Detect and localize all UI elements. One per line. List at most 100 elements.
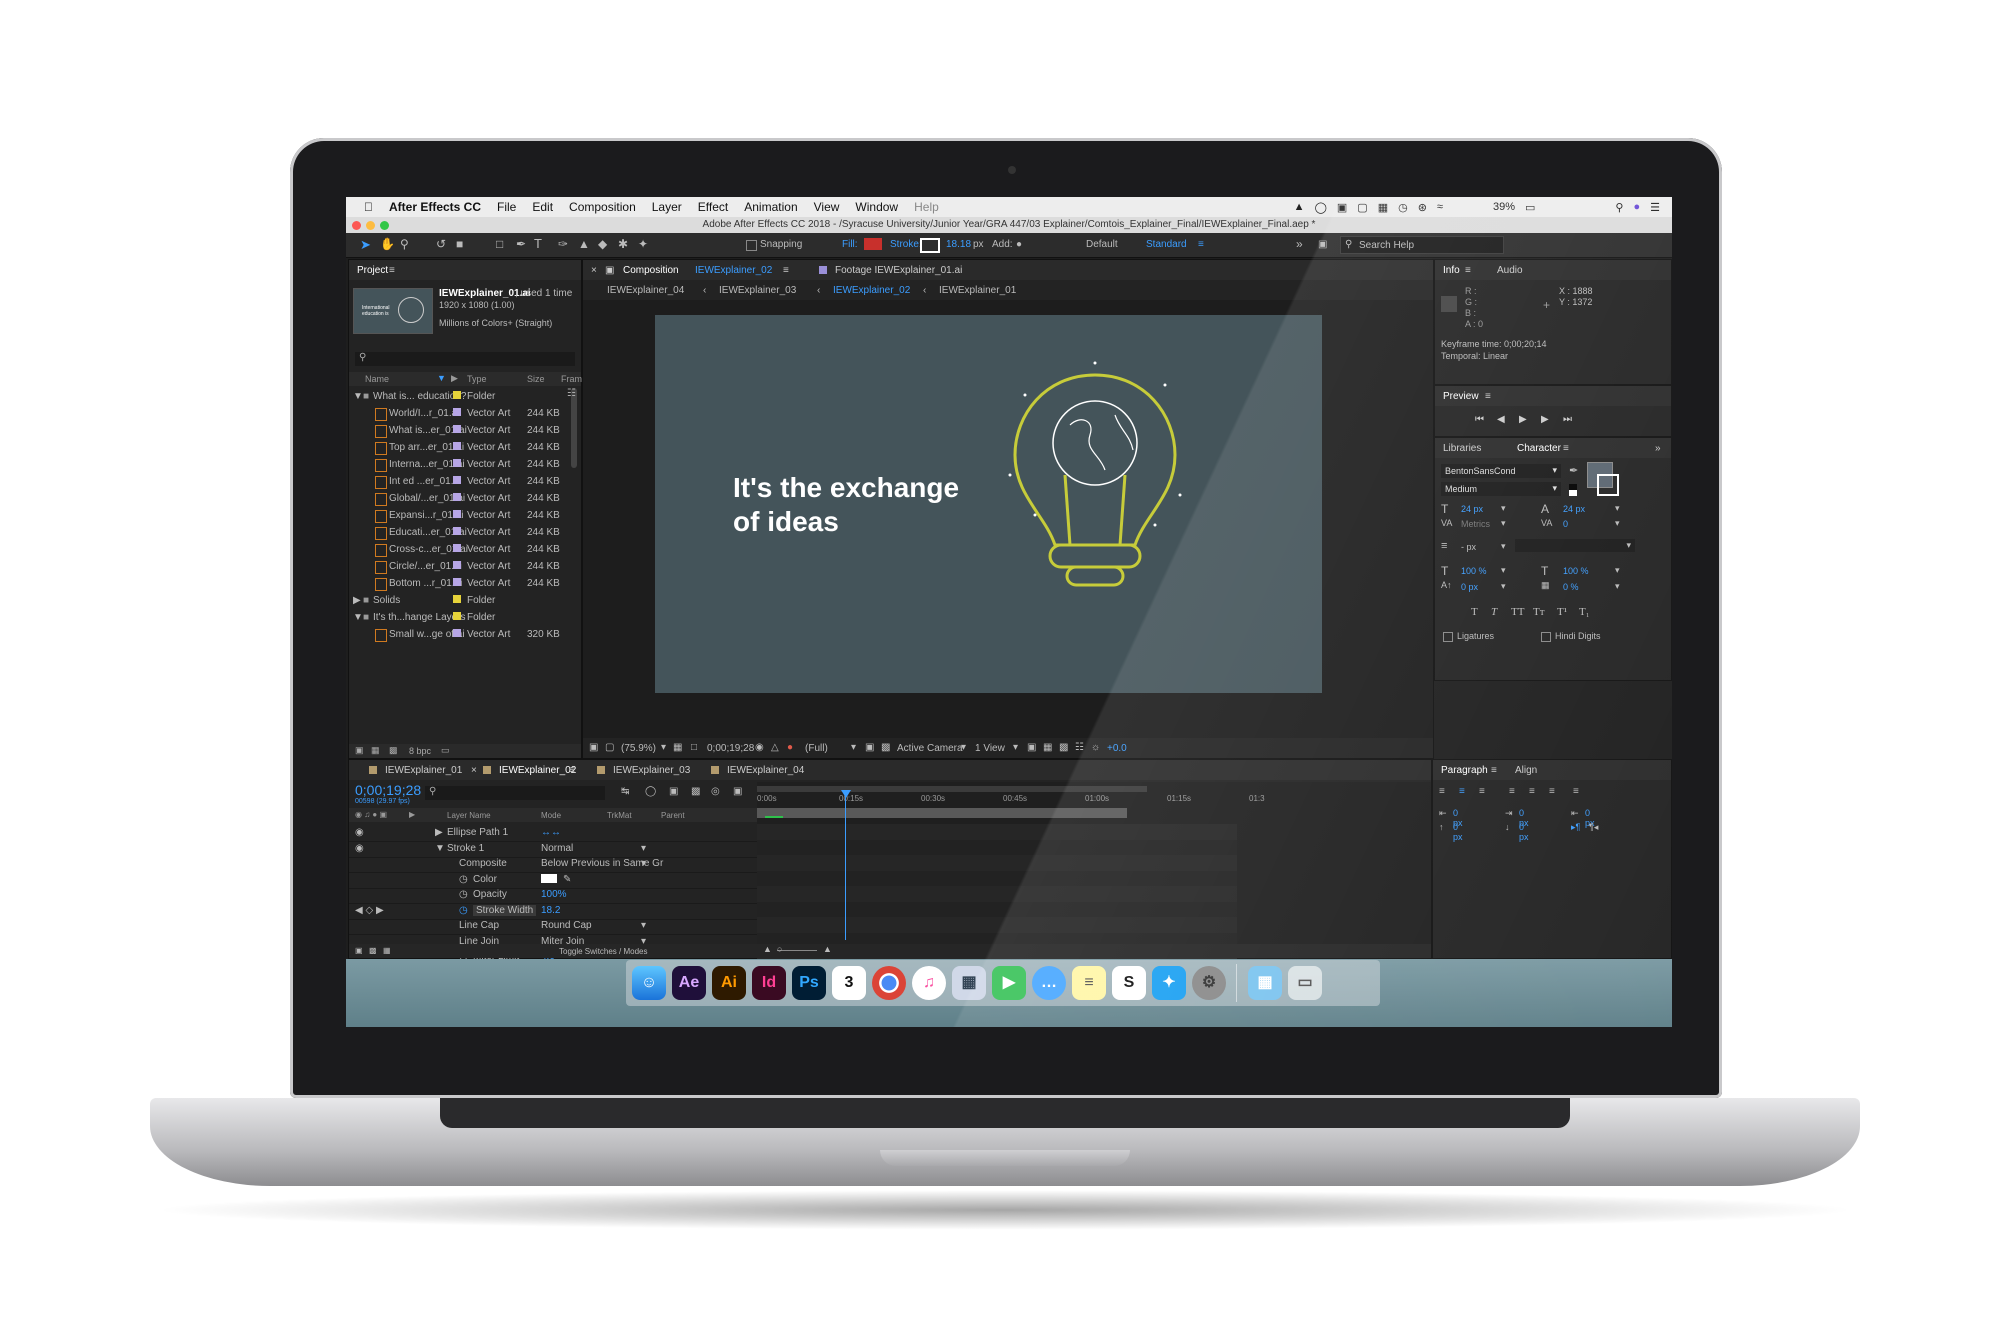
paragraph-menu-icon[interactable]: ≡: [1491, 765, 1497, 776]
view-layout[interactable]: 1 View: [975, 743, 1005, 754]
faux-bold-icon[interactable]: T: [1471, 606, 1478, 618]
timeline-tab-02[interactable]: IEWExplainer_02: [499, 765, 576, 776]
menu-help[interactable]: Help: [914, 200, 939, 214]
ligatures-checkbox[interactable]: [1443, 632, 1453, 642]
fill-swatch[interactable]: [864, 238, 882, 250]
project-list-item[interactable]: ▶ ■ Solids Folder: [349, 592, 559, 609]
messages-icon[interactable]: …: [1032, 966, 1066, 1000]
roto-tool-icon[interactable]: ✱: [618, 237, 628, 251]
motion-blur-icon[interactable]: ◎: [711, 786, 720, 797]
label-swatch[interactable]: [453, 476, 461, 484]
col-parent[interactable]: Parent: [661, 811, 685, 820]
label-swatch[interactable]: [453, 527, 461, 535]
search-help-box[interactable]: ⚲ Search Help: [1340, 236, 1504, 254]
hscale-dropdown-icon[interactable]: ▾: [1615, 565, 1620, 576]
project-list-item[interactable]: What is...er_01.ai Vector Art 244 KB: [349, 422, 560, 439]
workspace-default[interactable]: Default: [1086, 239, 1118, 250]
sync-icon[interactable]: ▣: [1318, 239, 1327, 250]
itunes-icon[interactable]: ♫: [912, 966, 946, 1000]
info-tab[interactable]: Info: [1443, 265, 1460, 276]
label-swatch[interactable]: [453, 459, 461, 467]
label-swatch[interactable]: [453, 612, 461, 620]
stopwatch-icon[interactable]: ◷: [459, 874, 468, 885]
system-preferences-icon[interactable]: ⚙: [1192, 966, 1226, 1000]
indesign-icon[interactable]: Id: [752, 966, 786, 1000]
shy-icon[interactable]: ▣: [669, 786, 678, 797]
disclosure-icon[interactable]: ▼: [353, 391, 363, 402]
preview-menu-icon[interactable]: ≡: [1485, 391, 1491, 402]
info-menu-icon[interactable]: ≡: [1465, 265, 1471, 276]
tsume-dropdown-icon[interactable]: ▾: [1615, 581, 1620, 592]
layer-property-value[interactable]: Round Cap: [541, 920, 592, 931]
project-list-item[interactable]: ▼ ■ What is... education? Folder: [349, 388, 559, 405]
menu-app[interactable]: After Effects CC: [389, 200, 481, 214]
stroke-style-select[interactable]: ▾: [1515, 539, 1635, 552]
hindi-checkbox[interactable]: [1541, 632, 1551, 642]
dropbox-icon[interactable]: ▲: [1294, 201, 1305, 213]
project-list-item[interactable]: Int ed ...er_01.ai Vector Art 244 KB: [349, 473, 560, 490]
space-before-value[interactable]: 0 px: [1453, 822, 1463, 842]
snapping-checkbox[interactable]: [746, 240, 757, 251]
project-menu-icon[interactable]: ≡: [389, 265, 395, 276]
prev-frame-icon[interactable]: ◀: [1497, 414, 1505, 425]
timeline-graph-area[interactable]: 0:00s 00:15s 00:30s 00:45s 01:00s 01:15s 01:3 …: [757, 782, 1431, 982]
time-machine-icon[interactable]: ◷: [1398, 201, 1408, 214]
stopwatch-icon[interactable]: ◷: [459, 889, 468, 900]
comp-mini-flowchart-icon[interactable]: ↹: [621, 786, 629, 797]
pen-tool-icon[interactable]: ✒: [516, 237, 526, 251]
menu-edit[interactable]: Edit: [532, 200, 553, 214]
menu-animation[interactable]: Animation: [744, 200, 797, 214]
rectangle-tool-icon[interactable]: □: [496, 237, 503, 251]
battery-text[interactable]: 39%: [1493, 201, 1515, 213]
stroke-color-swatch[interactable]: [541, 873, 557, 883]
disclosure-icon[interactable]: ▼: [353, 612, 363, 623]
notification-icon[interactable]: ☰: [1650, 201, 1660, 214]
baseline-value[interactable]: 0 px: [1461, 582, 1478, 592]
tracking-value[interactable]: 0: [1563, 519, 1568, 529]
kerning-value[interactable]: Metrics: [1461, 519, 1490, 529]
timeline-timecode[interactable]: 0;00;19;28: [355, 782, 421, 798]
last-frame-icon[interactable]: ⏭: [1563, 414, 1572, 425]
comp-lock-icon[interactable]: ▣: [605, 265, 614, 276]
property-dropdown-icon[interactable]: ▾: [641, 858, 646, 869]
paragraph-tab[interactable]: Paragraph: [1441, 765, 1488, 776]
faux-italic-icon[interactable]: T: [1491, 606, 1497, 618]
workspace-standard[interactable]: Standard: [1146, 239, 1187, 250]
eyedropper-icon[interactable]: ✒: [1569, 464, 1578, 477]
expand-timing-icon[interactable]: ▦: [383, 946, 391, 955]
project-list-item[interactable]: World/I...r_01.ai Vector Art 244 KB: [349, 405, 560, 422]
vscale-dropdown-icon[interactable]: ▾: [1501, 565, 1506, 576]
creative-cloud-icon[interactable]: ◯: [1315, 201, 1327, 214]
label-swatch[interactable]: [453, 561, 461, 569]
timeline-icon[interactable]: ▩: [1059, 742, 1068, 753]
add-icon[interactable]: ●: [1016, 239, 1022, 250]
breadcrumb-02[interactable]: IEWExplainer_02: [833, 285, 910, 296]
battery-icon[interactable]: ▭: [1525, 201, 1535, 214]
project-list-item[interactable]: Top arr...er_01.ai Vector Art 244 KB: [349, 439, 560, 456]
project-list-item[interactable]: Global/...er_01.ai Vector Art 244 KB: [349, 490, 560, 507]
hand-tool-icon[interactable]: ✋: [380, 237, 395, 251]
breadcrumb-01[interactable]: IEWExplainer_01: [939, 285, 1016, 296]
justify-right-icon[interactable]: ≡: [1549, 786, 1555, 797]
timeline-tab-01[interactable]: IEWExplainer_01: [385, 765, 462, 776]
color-eyedropper-icon[interactable]: ✎: [563, 874, 571, 885]
kerning-dropdown-icon[interactable]: ▾: [1501, 518, 1506, 529]
label-swatch[interactable]: [453, 544, 461, 552]
char-stroke-dropdown-icon[interactable]: ▾: [1501, 541, 1506, 552]
minimize-icon[interactable]: [366, 221, 375, 230]
zoom-in-icon[interactable]: ▲: [823, 944, 832, 954]
col-name[interactable]: Name: [365, 374, 389, 384]
all-caps-icon[interactable]: TT: [1511, 606, 1524, 618]
first-frame-icon[interactable]: ⏮: [1475, 414, 1484, 425]
expand-switches-icon[interactable]: ▣: [355, 946, 363, 955]
camera-tool-icon[interactable]: ■: [456, 237, 463, 251]
disclosure-icon[interactable]: ▼: [435, 843, 445, 854]
col-layer-name[interactable]: Layer Name: [447, 811, 491, 820]
audio-tab[interactable]: Audio: [1497, 265, 1523, 276]
view-dropdown-icon[interactable]: ▾: [1013, 742, 1018, 753]
show-snapshot-icon[interactable]: △: [771, 742, 779, 753]
selection-tool-icon[interactable]: ➤: [360, 237, 371, 253]
menu-view[interactable]: View: [814, 200, 840, 214]
playhead-line[interactable]: [845, 790, 846, 940]
bluetooth-icon[interactable]: ⊛: [1418, 201, 1427, 214]
